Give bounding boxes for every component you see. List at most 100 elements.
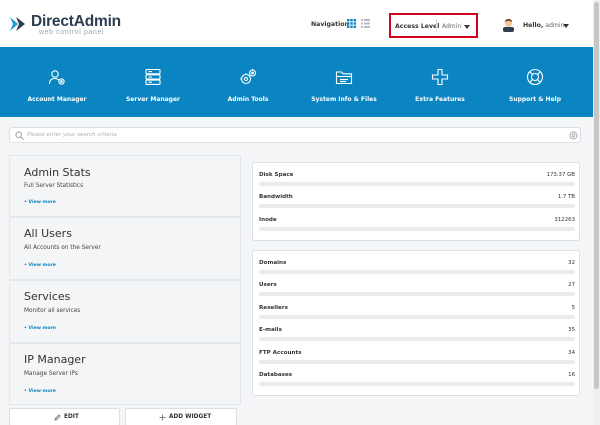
- widget-subtitle: All Accounts on the Server: [24, 245, 101, 251]
- widget-admin-stats[interactable]: Admin Stats Full Server Statistics • Vie…: [9, 155, 241, 217]
- widget-title: IP Manager: [24, 353, 86, 366]
- brand-tagline: web control panel: [39, 29, 105, 36]
- directadmin-logo-icon: [10, 17, 25, 31]
- list-view-icon[interactable]: [361, 19, 370, 28]
- view-more-link[interactable]: • View more: [24, 200, 56, 205]
- add-widget-button[interactable]: ADD WIDGET: [125, 408, 237, 425]
- stat-label: Bandwidth: [259, 194, 293, 200]
- menu-label: Server Manager: [125, 96, 181, 103]
- stat-value: 35: [568, 327, 575, 333]
- progress-bar: [259, 182, 575, 186]
- edit-button-label: EDIT: [64, 414, 79, 420]
- extra-features-icon: [431, 68, 449, 86]
- navigation-label: Navigation: [311, 21, 349, 28]
- stat-label: Inode: [259, 217, 277, 223]
- widget-services[interactable]: Services Monitor all services • View mor…: [9, 280, 241, 343]
- widget-ip-manager[interactable]: IP Manager Manage Server IPs • View more: [9, 343, 241, 405]
- progress-bar: [259, 204, 575, 208]
- top-header: DirectAdmin web control panel Navigation…: [0, 0, 593, 47]
- stat-value: 173.37 GB: [546, 172, 575, 178]
- chevron-down-icon: [464, 25, 470, 29]
- stat-row-ftp-accounts: FTP Accounts 34: [259, 350, 575, 370]
- stat-row-users: Users 27: [259, 282, 575, 302]
- menu-label: Extra Features: [415, 96, 465, 103]
- widget-title: All Users: [24, 227, 72, 240]
- widget-title: Services: [24, 290, 71, 303]
- search-input[interactable]: [27, 129, 557, 141]
- menu-account-manager[interactable]: Account Manager: [7, 47, 107, 117]
- progress-bar: [259, 292, 575, 296]
- directadmin-logo[interactable]: DirectAdmin web control panel: [9, 13, 124, 37]
- system-info-icon: [335, 71, 353, 85]
- view-more-link[interactable]: • View more: [24, 326, 56, 331]
- stat-row-emails: E-mails 35: [259, 327, 575, 347]
- account-manager-icon: [48, 70, 65, 85]
- chevron-down-icon[interactable]: [563, 24, 569, 28]
- settings-gear-icon[interactable]: [569, 131, 578, 140]
- stat-value: 1.7 TB: [557, 194, 575, 200]
- stat-row-databases: Databases 16: [259, 372, 575, 392]
- user-menu[interactable]: Hello, admin: [523, 22, 565, 29]
- view-more-link[interactable]: • View more: [24, 389, 56, 394]
- menu-label: System Info & Files: [311, 96, 377, 103]
- stat-label: FTP Accounts: [259, 350, 302, 356]
- stat-label: Databases: [259, 372, 293, 378]
- stat-label: Disk Space: [259, 172, 294, 178]
- access-level-label: Access Level: [395, 23, 440, 30]
- search-icon[interactable]: [15, 131, 24, 140]
- stat-row-disk-space: Disk Space 173.37 GB: [259, 172, 575, 192]
- stat-value: 27: [568, 282, 575, 288]
- stat-label: Users: [259, 282, 277, 288]
- menu-label: Support & Help: [509, 96, 561, 103]
- menu-extra-features[interactable]: Extra Features: [390, 47, 490, 117]
- stat-value: 32: [568, 260, 575, 266]
- stat-row-domains: Domains 32: [259, 260, 575, 280]
- admin-tools-icon: [240, 68, 257, 85]
- user-avatar[interactable]: [502, 18, 515, 32]
- stat-value: 34: [568, 350, 575, 356]
- widget-subtitle: Monitor all services: [24, 308, 81, 314]
- progress-bar: [259, 382, 575, 386]
- widget-subtitle: Full Server Statistics: [24, 183, 84, 189]
- progress-bar: [259, 337, 575, 341]
- progress-bar: [259, 315, 575, 319]
- menu-admin-tools[interactable]: Admin Tools: [198, 47, 298, 117]
- stat-label: Domains: [259, 260, 287, 266]
- stat-value: 16: [568, 372, 575, 378]
- menu-support-help[interactable]: Support & Help: [485, 47, 585, 117]
- access-level-value: Admin: [442, 23, 462, 30]
- access-level-dropdown[interactable]: Access Level Admin: [389, 13, 478, 38]
- main-menu: Account Manager Server Manager Admin Too…: [0, 47, 593, 117]
- server-manager-icon: [145, 68, 161, 85]
- menu-label: Admin Tools: [227, 96, 269, 103]
- progress-bar: [259, 227, 575, 231]
- stat-label: Resellers: [259, 305, 288, 311]
- username-text: admin: [545, 22, 565, 29]
- stat-row-inode: Inode 312263: [259, 217, 575, 237]
- stat-label: E-mails: [259, 327, 282, 333]
- scrollbar-thumb[interactable]: [594, 2, 599, 389]
- stat-value: 5: [571, 305, 575, 311]
- widget-title: Admin Stats: [24, 166, 91, 179]
- progress-bar: [259, 270, 575, 274]
- grid-view-icon[interactable]: [347, 19, 356, 28]
- greeting-text: Hello,: [523, 22, 544, 29]
- widget-all-users[interactable]: All Users All Accounts on the Server • V…: [9, 217, 241, 280]
- pencil-icon: [54, 414, 61, 421]
- view-more-link[interactable]: • View more: [24, 263, 56, 268]
- menu-label: Account Manager: [27, 96, 87, 103]
- edit-button[interactable]: EDIT: [9, 408, 120, 425]
- plus-icon: [159, 414, 166, 421]
- progress-bar: [259, 360, 575, 364]
- widget-subtitle: Manage Server IPs: [24, 371, 78, 377]
- usage-panel: Disk Space 173.37 GB Bandwidth 1.7 TB In…: [252, 162, 580, 241]
- access-level-divider: [436, 19, 437, 32]
- stat-row-resellers: Resellers 5: [259, 305, 575, 325]
- stat-value: 312263: [554, 217, 575, 223]
- menu-system-info-files[interactable]: System Info & Files: [294, 47, 394, 117]
- add-widget-button-label: ADD WIDGET: [169, 414, 212, 420]
- counts-panel: Domains 32 Users 27 Resellers 5 E-mails …: [252, 250, 580, 396]
- stat-row-bandwidth: Bandwidth 1.7 TB: [259, 194, 575, 214]
- support-help-icon: [526, 68, 544, 86]
- menu-server-manager[interactable]: Server Manager: [103, 47, 203, 117]
